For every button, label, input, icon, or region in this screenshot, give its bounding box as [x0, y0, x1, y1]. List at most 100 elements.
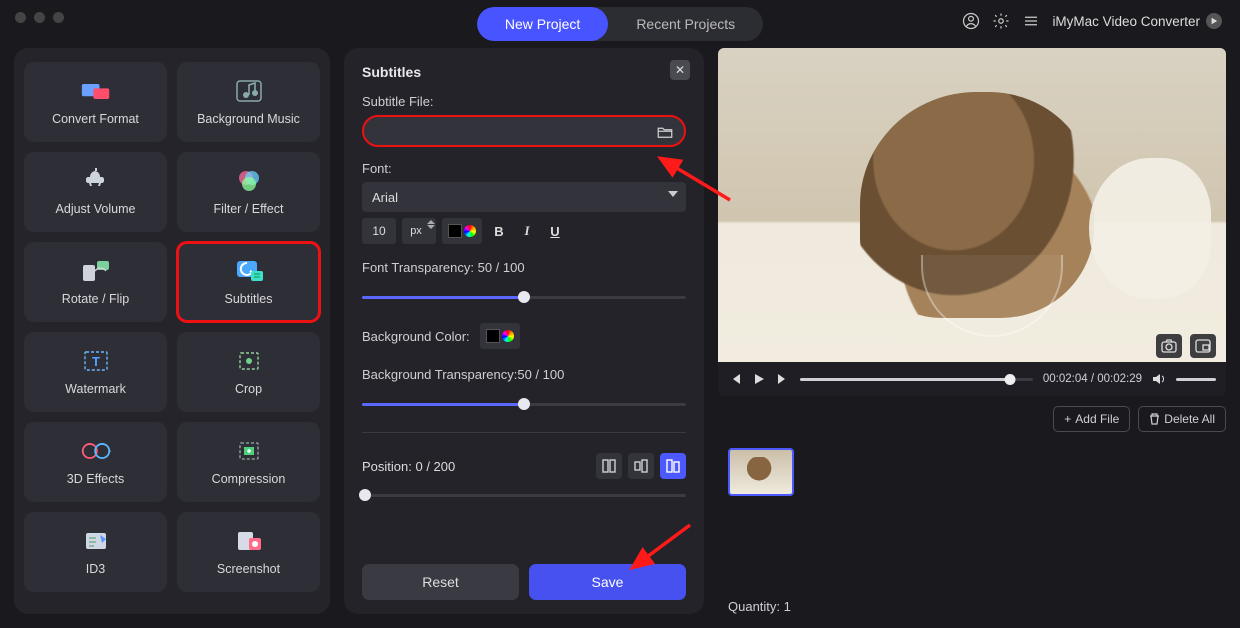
chevron-down-icon: [668, 191, 678, 197]
italic-button[interactable]: I: [516, 218, 538, 244]
bg-color-row: Background Color:: [362, 323, 686, 349]
delete-all-button[interactable]: Delete All: [1138, 406, 1226, 432]
bg-color-label: Background Color:: [362, 329, 470, 344]
align-center-button[interactable]: [628, 453, 654, 479]
panel-title: Subtitles: [362, 64, 686, 80]
tool-label: Screenshot: [217, 562, 280, 576]
compression-icon: [234, 438, 264, 464]
tool-crop[interactable]: Crop: [177, 332, 320, 412]
fullscreen-icon[interactable]: [1190, 334, 1216, 358]
account-icon[interactable]: [962, 12, 980, 30]
subtitle-file-label: Subtitle File:: [362, 94, 686, 109]
tool-filter-effect[interactable]: Filter / Effect: [177, 152, 320, 232]
tool-label: Background Music: [197, 112, 300, 126]
tool-label: Compression: [212, 472, 286, 486]
bg-color-picker[interactable]: [480, 323, 520, 349]
tool-label: Crop: [235, 382, 262, 396]
filter-effect-icon: [234, 168, 264, 194]
tool-screenshot[interactable]: Screenshot: [177, 512, 320, 592]
bg-transparency-slider[interactable]: [362, 394, 686, 414]
file-thumbnail[interactable]: [728, 448, 794, 496]
stepper-icon: [427, 220, 435, 229]
tool-label: Rotate / Flip: [62, 292, 129, 306]
folder-open-icon[interactable]: [656, 123, 674, 141]
tool-label: Filter / Effect: [214, 202, 284, 216]
volume-slider[interactable]: [1176, 378, 1216, 381]
tool-rotate-flip[interactable]: Rotate / Flip: [24, 242, 167, 322]
video-preview: 00:02:04 / 00:02:29: [718, 48, 1226, 396]
font-color-picker[interactable]: [442, 218, 482, 244]
convert-format-icon: [81, 78, 111, 104]
play-button[interactable]: [752, 372, 766, 386]
tool-label: ID3: [86, 562, 105, 576]
reset-button[interactable]: Reset: [362, 564, 519, 600]
tool-convert-format[interactable]: Convert Format: [24, 62, 167, 142]
top-right-controls: iMyMac Video Converter: [962, 12, 1222, 30]
gear-icon[interactable]: [992, 12, 1010, 30]
color-swatch: [448, 224, 462, 238]
screenshot-icon: [234, 528, 264, 554]
player-bar: 00:02:04 / 00:02:29: [718, 362, 1226, 396]
tool-label: Subtitles: [225, 292, 273, 306]
tool-background-music[interactable]: Background Music: [177, 62, 320, 142]
underline-button[interactable]: U: [544, 218, 566, 244]
color-swatch: [486, 329, 500, 343]
add-file-button[interactable]: +Add File: [1053, 406, 1130, 432]
brand-play-icon: [1206, 13, 1222, 29]
font-transparency-slider[interactable]: [362, 287, 686, 307]
save-button[interactable]: Save: [529, 564, 686, 600]
color-wheel-icon: [464, 225, 476, 237]
font-unit-stepper[interactable]: px: [402, 218, 436, 244]
align-left-button[interactable]: [596, 453, 622, 479]
preview-frame: [718, 48, 1226, 362]
align-right-button[interactable]: [660, 453, 686, 479]
position-slider[interactable]: [362, 485, 686, 505]
background-music-icon: [234, 78, 264, 104]
font-label: Font:: [362, 161, 686, 176]
subtitles-panel: Subtitles ✕ Subtitle File: Font: Arial 1…: [344, 48, 704, 614]
subtitle-file-input[interactable]: [362, 115, 686, 147]
font-select[interactable]: Arial: [362, 182, 686, 212]
subtitles-icon: [234, 258, 264, 284]
bg-transparency-label: Background Transparency:50 / 100: [362, 367, 686, 382]
crop-icon: [234, 348, 264, 374]
close-icon[interactable]: ✕: [670, 60, 690, 80]
font-size-input[interactable]: 10: [362, 218, 396, 244]
3d-effects-icon: [81, 438, 111, 464]
tool-label: Convert Format: [52, 112, 139, 126]
tab-new-project[interactable]: New Project: [477, 7, 608, 41]
position-label: Position: 0 / 200: [362, 459, 455, 474]
progress-bar[interactable]: [800, 378, 1033, 381]
bold-button[interactable]: B: [488, 218, 510, 244]
watermark-icon: T: [81, 348, 111, 374]
tool-label: 3D Effects: [67, 472, 124, 486]
tool-subtitles[interactable]: Subtitles: [177, 242, 320, 322]
files-area: +Add File Delete All Quantity: 1: [718, 406, 1226, 614]
time-display: 00:02:04 / 00:02:29: [1043, 373, 1142, 385]
svg-text:T: T: [92, 354, 100, 369]
color-wheel-icon: [502, 330, 514, 342]
font-value: Arial: [372, 190, 398, 205]
quantity-label: Quantity: 1: [728, 599, 791, 614]
tool-id3[interactable]: ID3: [24, 512, 167, 592]
next-button[interactable]: [776, 372, 790, 386]
top-bar: New Project Recent Projects iMyMac Video…: [0, 0, 1240, 48]
prev-button[interactable]: [728, 372, 742, 386]
tool-label: Watermark: [65, 382, 126, 396]
tool-adjust-volume[interactable]: Adjust Volume: [24, 152, 167, 232]
tools-sidebar: Convert Format Background Music Adjust V…: [14, 48, 330, 614]
tool-3d-effects[interactable]: 3D Effects: [24, 422, 167, 502]
preview-column: 00:02:04 / 00:02:29 +Add File Delete All…: [718, 48, 1226, 614]
id3-icon: [81, 528, 111, 554]
adjust-volume-icon: [81, 168, 111, 194]
tool-watermark[interactable]: T Watermark: [24, 332, 167, 412]
menu-icon[interactable]: [1022, 12, 1040, 30]
volume-icon[interactable]: [1152, 372, 1166, 386]
tab-recent-projects[interactable]: Recent Projects: [608, 7, 763, 41]
position-align-buttons: [596, 453, 686, 479]
brand-label: iMyMac Video Converter: [1052, 13, 1222, 29]
tool-compression[interactable]: Compression: [177, 422, 320, 502]
snapshot-icon[interactable]: [1156, 334, 1182, 358]
tool-label: Adjust Volume: [56, 202, 136, 216]
font-transparency-label: Font Transparency: 50 / 100: [362, 260, 686, 275]
